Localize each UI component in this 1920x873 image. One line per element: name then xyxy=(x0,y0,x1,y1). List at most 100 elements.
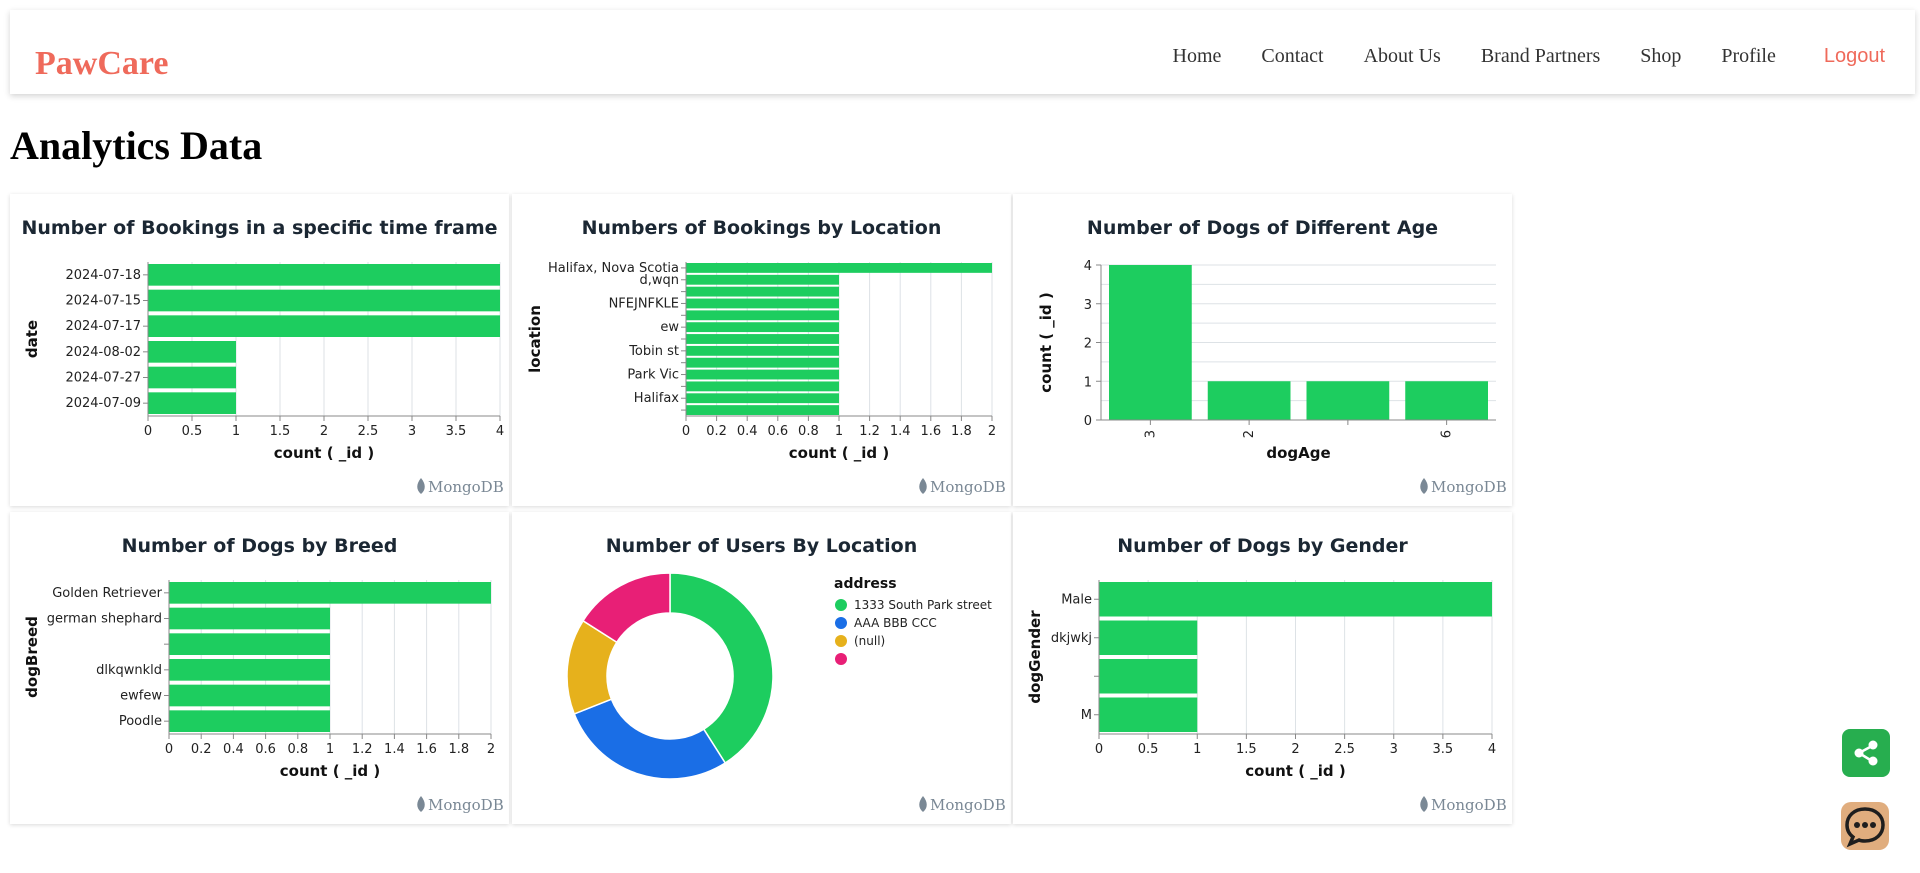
x-tick-label: 2 xyxy=(988,424,996,439)
x-tick-label: 1.5 xyxy=(270,424,291,439)
chart-card-bookings-location: Numbers of Bookings by Location 0 0.2 0.4 0.… xyxy=(512,194,1011,506)
x-tick-label: 0 xyxy=(165,742,173,757)
legend-swatch xyxy=(835,653,847,665)
x-axis-title: count ( _id ) xyxy=(789,444,889,462)
chat-button[interactable] xyxy=(1841,802,1889,850)
share-button[interactable] xyxy=(1842,729,1890,777)
x-tick-label: 0.2 xyxy=(191,742,212,757)
nav-home[interactable]: Home xyxy=(1173,44,1222,68)
chart-title: Number of Bookings in a specific time fr… xyxy=(21,217,497,239)
bar xyxy=(686,357,839,368)
chart-title: Numbers of Bookings by Location xyxy=(582,217,942,239)
x-tick-label: 0.6 xyxy=(767,424,788,439)
bar xyxy=(169,710,330,732)
legend-swatch xyxy=(835,599,847,611)
chart-card-dogs-age: Number of Dogs of Different Age 0 1 2 3 4 3 2 6 d… xyxy=(1013,194,1512,506)
nav-brand-partners[interactable]: Brand Partners xyxy=(1481,44,1600,68)
x-tick-label: 1.4 xyxy=(890,424,911,439)
bar xyxy=(1109,265,1192,420)
y-tick-label: ewfew xyxy=(120,689,162,704)
legend-label: (null) xyxy=(854,634,885,648)
bar xyxy=(169,659,330,681)
y-tick-label: M xyxy=(1081,708,1092,723)
x-tick-label: 1 xyxy=(232,424,240,439)
mongodb-leaf-icon xyxy=(1420,796,1428,812)
x-tick-label: 1.6 xyxy=(920,424,941,439)
x-tick-label: 0 xyxy=(682,424,690,439)
x-tick-label: 0.5 xyxy=(182,424,203,439)
x-tick-label: 3 xyxy=(1390,742,1398,757)
chart-card-bookings-time: Number of Bookings in a specific time fr… xyxy=(10,194,509,506)
y-axis-title: date xyxy=(23,320,41,358)
bar xyxy=(686,381,839,392)
y-tick-label: 1 xyxy=(1084,375,1092,390)
y-tick-label: Halifax xyxy=(634,391,680,406)
bar xyxy=(148,289,500,312)
x-tick-label: 2.5 xyxy=(1334,742,1355,757)
nav-about-us[interactable]: About Us xyxy=(1364,44,1441,68)
x-tick-label: 2.5 xyxy=(358,424,379,439)
bar xyxy=(148,315,500,337)
x-tick-label: 2 xyxy=(487,742,495,757)
chart-svg: Number of Dogs of Different Age 0 1 2 3 4 3 2 6 d… xyxy=(1037,217,1507,496)
x-tick-label: 6 xyxy=(1440,430,1455,438)
logout-button[interactable]: Logout xyxy=(1824,44,1885,68)
chart-svg: Number of Users By Location address 1333 S… xyxy=(566,535,1006,814)
chart-title: Number of Dogs by Breed xyxy=(122,535,398,557)
bar xyxy=(686,298,839,309)
mongodb-leaf-icon xyxy=(417,478,425,494)
watermark-text: MongoDB xyxy=(1431,796,1507,814)
x-tick-label: 2 xyxy=(320,424,328,439)
x-tick-label: 0.4 xyxy=(223,742,244,757)
nav-shop[interactable]: Shop xyxy=(1640,44,1681,68)
pie-slice xyxy=(573,698,727,780)
bar xyxy=(1099,659,1198,694)
y-axis-title: dogGender xyxy=(1026,610,1044,704)
legend-swatch xyxy=(835,617,847,629)
share-icon xyxy=(1854,740,1878,766)
bar xyxy=(686,310,839,321)
y-tick-label: 2024-07-17 xyxy=(65,319,141,334)
x-tick-label: 0 xyxy=(1095,742,1103,757)
bar xyxy=(1207,381,1291,420)
y-tick-label: Male xyxy=(1061,592,1092,607)
mongodb-watermark: MongoDB xyxy=(1420,796,1507,814)
bar xyxy=(686,393,839,404)
bar xyxy=(169,582,491,604)
x-tick-label: 2 xyxy=(1242,430,1257,438)
x-tick-label: 3 xyxy=(408,424,416,439)
x-tick-label: 1.4 xyxy=(384,742,405,757)
mongodb-watermark: MongoDB xyxy=(417,478,504,496)
y-tick-label: Park Vic xyxy=(627,368,679,383)
page-title: Analytics Data xyxy=(10,123,263,168)
x-tick-label: 3.5 xyxy=(446,424,467,439)
mongodb-watermark: MongoDB xyxy=(919,796,1006,814)
bar xyxy=(1306,381,1390,420)
pie-slice xyxy=(669,572,774,765)
bar xyxy=(686,334,839,344)
nav-profile[interactable]: Profile xyxy=(1721,44,1775,68)
nav-contact[interactable]: Contact xyxy=(1261,44,1323,68)
x-tick-label: 4 xyxy=(496,424,504,439)
chart-card-dogs-breed: Number of Dogs by Breed 0 0.2 0.4 0.6 0.8 1 1.2… xyxy=(10,512,509,824)
chart-card-dogs-gender: Number of Dogs by Gender 0 0.5 1 1.5 2 2.5 3 3.5… xyxy=(1013,512,1512,824)
bar xyxy=(1099,582,1492,617)
y-tick-label: ew xyxy=(660,320,679,335)
y-tick-label: 2024-08-02 xyxy=(65,345,141,360)
navbar: PawCare Home Contact About Us Brand Part… xyxy=(10,10,1915,94)
x-tick-label: 0.2 xyxy=(706,424,727,439)
y-tick-label: Tobin st xyxy=(628,344,679,359)
nav-links: Home Contact About Us Brand Partners Sho… xyxy=(1133,44,1886,68)
chart-card-users-location: Number of Users By Location address 1333 S… xyxy=(512,512,1011,824)
mongodb-leaf-icon xyxy=(417,796,425,812)
mongodb-leaf-icon xyxy=(919,478,927,494)
bar xyxy=(148,264,500,286)
brand-logo[interactable]: PawCare xyxy=(35,44,168,84)
bar xyxy=(1099,697,1198,732)
bar xyxy=(686,322,839,333)
x-tick-label: 3 xyxy=(1143,430,1158,438)
mongodb-watermark: MongoDB xyxy=(417,796,504,814)
bar xyxy=(686,274,839,285)
y-tick-label: NFEJNFKLE xyxy=(609,296,679,311)
bar xyxy=(148,392,236,414)
